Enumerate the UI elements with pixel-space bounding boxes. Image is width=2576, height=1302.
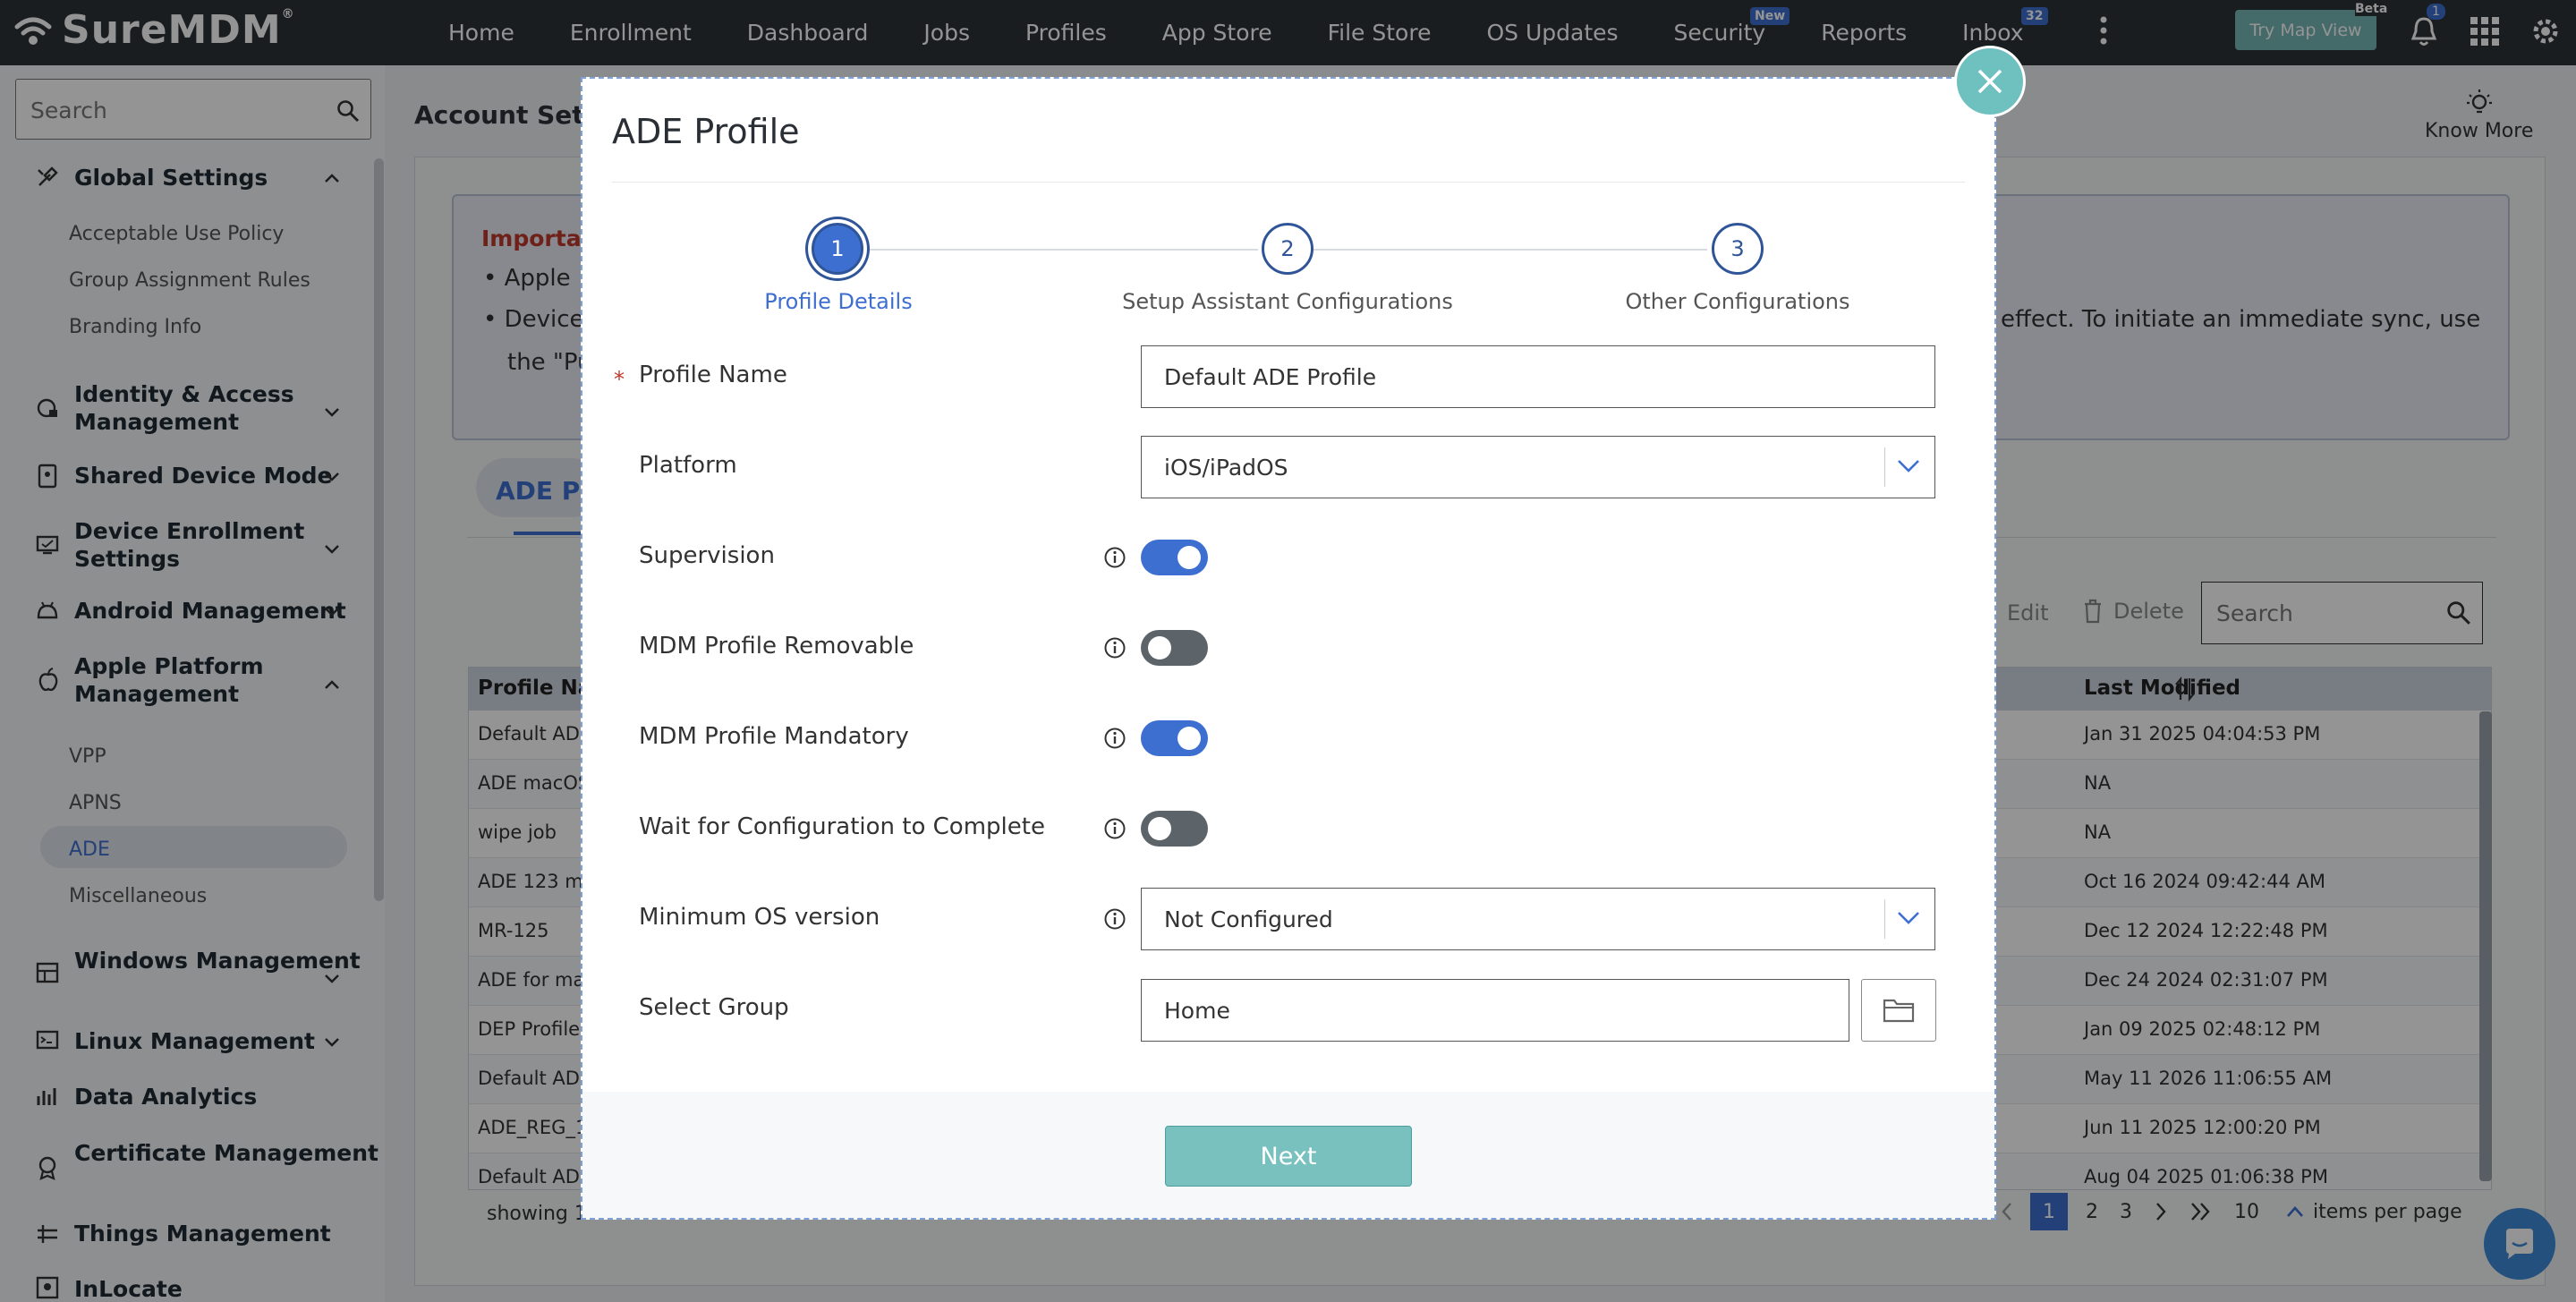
browse-group-button[interactable]	[1861, 979, 1936, 1042]
step-2-label[interactable]: Setup Assistant Configurations	[1122, 289, 1453, 314]
profile-name-value: Default ADE Profile	[1164, 363, 1377, 390]
toggle-knob	[1148, 636, 1171, 660]
stepper-connector	[864, 249, 1258, 251]
chevron-down-icon[interactable]	[1897, 911, 1920, 925]
required-asterisk: *	[614, 367, 625, 392]
platform-select[interactable]: iOS/iPadOS	[1141, 436, 1935, 498]
info-icon[interactable]	[1103, 817, 1126, 840]
step-1-indicator[interactable]: 1	[812, 223, 863, 275]
supervision-label: Supervision	[639, 542, 775, 569]
folder-icon	[1883, 999, 1915, 1023]
mdm-profile-removable-label: MDM Profile Removable	[639, 633, 914, 660]
profile-name-input[interactable]: Default ADE Profile	[1141, 345, 1935, 408]
close-modal-button[interactable]	[1954, 46, 2026, 117]
select-group-input[interactable]: Home	[1141, 979, 1849, 1042]
platform-label: Platform	[639, 452, 737, 479]
toggle-knob	[1177, 727, 1201, 750]
wait-for-configuration-toggle[interactable]	[1141, 811, 1208, 847]
minimum-os-version-label: Minimum OS version	[639, 904, 880, 931]
mdm-profile-mandatory-toggle[interactable]	[1141, 720, 1208, 756]
wait-for-configuration-label: Wait for Configuration to Complete	[639, 813, 1045, 840]
toggle-knob	[1177, 546, 1201, 569]
step-3-label[interactable]: Other Configurations	[1625, 289, 1849, 314]
next-button[interactable]: Next	[1165, 1126, 1412, 1187]
info-icon[interactable]	[1103, 636, 1126, 660]
minimum-os-version-select[interactable]: Not Configured	[1141, 888, 1935, 950]
info-icon[interactable]	[1103, 727, 1126, 750]
minimum-os-version-value: Not Configured	[1164, 906, 1333, 932]
mdm-profile-removable-toggle[interactable]	[1141, 630, 1208, 666]
mdm-profile-mandatory-label: MDM Profile Mandatory	[639, 723, 909, 750]
close-icon	[1977, 69, 2002, 94]
supervision-toggle[interactable]	[1141, 540, 1208, 575]
stepper-connector	[1314, 249, 1707, 251]
step-3-indicator[interactable]: 3	[1712, 223, 1764, 275]
toggle-knob	[1148, 817, 1171, 840]
modal-title: ADE Profile	[612, 112, 800, 151]
modal-title-divider	[612, 182, 1965, 183]
profile-name-label: Profile Name	[639, 362, 787, 388]
step-2-indicator[interactable]: 2	[1262, 223, 1314, 275]
select-group-value: Home	[1164, 997, 1230, 1024]
info-icon[interactable]	[1103, 546, 1126, 569]
step-1-label[interactable]: Profile Details	[764, 289, 912, 314]
info-icon[interactable]	[1103, 907, 1126, 931]
select-group-label: Select Group	[639, 994, 789, 1021]
chevron-down-icon[interactable]	[1897, 459, 1920, 473]
platform-value: iOS/iPadOS	[1164, 454, 1288, 481]
select-divider	[1884, 447, 1885, 487]
select-divider	[1884, 899, 1885, 939]
